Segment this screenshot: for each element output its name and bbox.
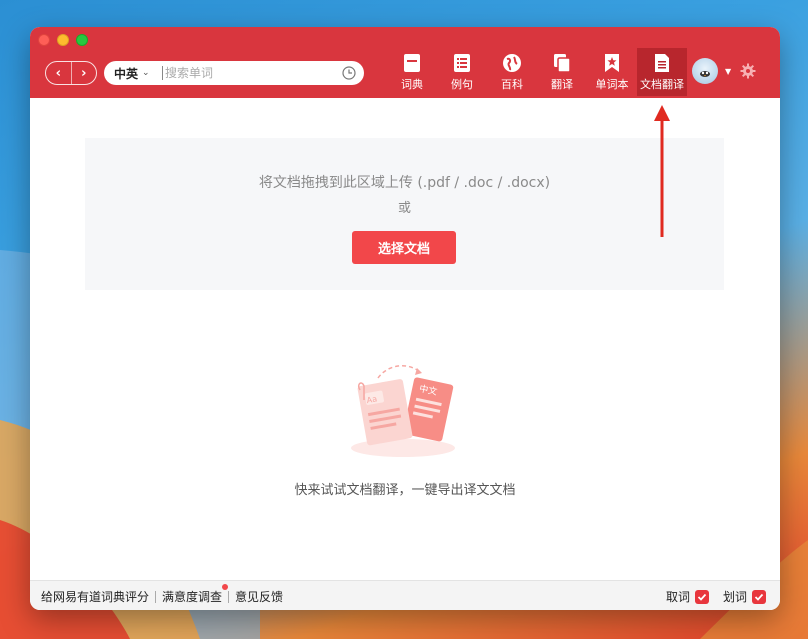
checkmark-icon	[754, 593, 764, 601]
toggle-lookup[interactable]: 取词	[666, 588, 709, 605]
footer-divider	[155, 590, 157, 603]
close-window-button[interactable]	[38, 34, 50, 46]
copy-icon	[554, 54, 571, 73]
survey-label: 满意度调查	[162, 590, 223, 604]
annotation-arrow	[654, 105, 670, 237]
dropzone-hint: 将文档拖拽到此区域上传 (.pdf / .doc / .docx)	[258, 175, 551, 191]
book-icon	[404, 54, 420, 72]
history-clock-icon[interactable]	[342, 66, 356, 80]
tab-encyclopedia[interactable]: 百科	[487, 48, 537, 96]
tab-examples[interactable]: 例句	[437, 48, 487, 96]
toggle-select-label: 划词	[722, 590, 747, 604]
tab-document-translate[interactable]: 文档翻译	[637, 48, 687, 96]
tab-label: 例句	[451, 78, 473, 91]
tab-label: 翻译	[551, 78, 573, 91]
app-window: ‹ › 中英 ⌄ 词典	[30, 27, 780, 610]
caret-down-icon[interactable]: ▼	[725, 67, 731, 76]
checkmark-icon	[697, 593, 707, 601]
zoom-window-button[interactable]	[76, 34, 88, 46]
document-translate-illustration: 中文 Aa	[351, 365, 455, 457]
gear-icon[interactable]	[740, 63, 756, 79]
avatar[interactable]	[692, 58, 718, 84]
bookmark-star-icon	[605, 54, 619, 72]
rate-app-link[interactable]: 给网易有道词典评分	[41, 588, 149, 605]
capture-toggles: 取词 划词	[666, 588, 766, 605]
minimize-window-button[interactable]	[57, 34, 69, 46]
footer-links: 给网易有道词典评分 满意度调查 意见反馈	[41, 584, 283, 605]
history-nav: ‹ ›	[45, 61, 97, 85]
promo-text: 快来试试文档翻译，一键导出译文文档	[294, 483, 516, 498]
window-controls	[38, 34, 88, 46]
globe-icon	[503, 54, 521, 72]
forward-button[interactable]: ›	[70, 62, 97, 84]
tab-label: 词典	[401, 78, 423, 91]
toggle-select[interactable]: 划词	[723, 588, 766, 605]
tab-label: 百科	[501, 78, 523, 91]
survey-link[interactable]: 满意度调查	[162, 584, 229, 605]
chevron-down-icon: ⌄	[142, 68, 150, 78]
notification-dot	[222, 584, 229, 590]
language-label: 中英	[114, 66, 139, 81]
status-footer: 给网易有道词典评分 满意度调查 意见反馈 取词 划词	[30, 580, 780, 610]
tab-label: 文档翻译	[640, 78, 684, 91]
tab-translate[interactable]: 翻译	[537, 48, 587, 96]
document-icon	[655, 54, 669, 72]
dropzone-or: 或	[397, 201, 411, 216]
language-select[interactable]: 中英 ⌄	[104, 65, 162, 82]
toolbar: ‹ › 中英 ⌄ 词典	[30, 27, 780, 98]
toggle-lookup-label: 取词	[665, 590, 690, 604]
tab-label: 单词本	[595, 78, 629, 91]
checkbox-lookup[interactable]	[694, 589, 709, 604]
tab-dictionary[interactable]: 词典	[387, 48, 437, 96]
feature-tabs: 词典 例句 百科 翻译 单词本 文档翻译	[387, 48, 687, 98]
list-icon	[454, 54, 470, 72]
checkbox-select[interactable]	[752, 589, 766, 604]
choose-document-button[interactable]: 选择文档	[352, 231, 456, 264]
footer-divider	[228, 590, 230, 603]
tab-wordbook[interactable]: 单词本	[587, 48, 637, 96]
illustration-latin-text: Aa	[366, 394, 378, 405]
upload-dropzone[interactable]: 将文档拖拽到此区域上传 (.pdf / .doc / .docx) 或 选择文档	[85, 138, 724, 290]
avatar-bird-icon	[700, 71, 710, 77]
search-bar: 中英 ⌄	[104, 61, 364, 85]
search-input[interactable]	[163, 66, 323, 80]
back-button[interactable]: ‹	[46, 62, 71, 84]
feedback-link[interactable]: 意见反馈	[235, 588, 283, 605]
